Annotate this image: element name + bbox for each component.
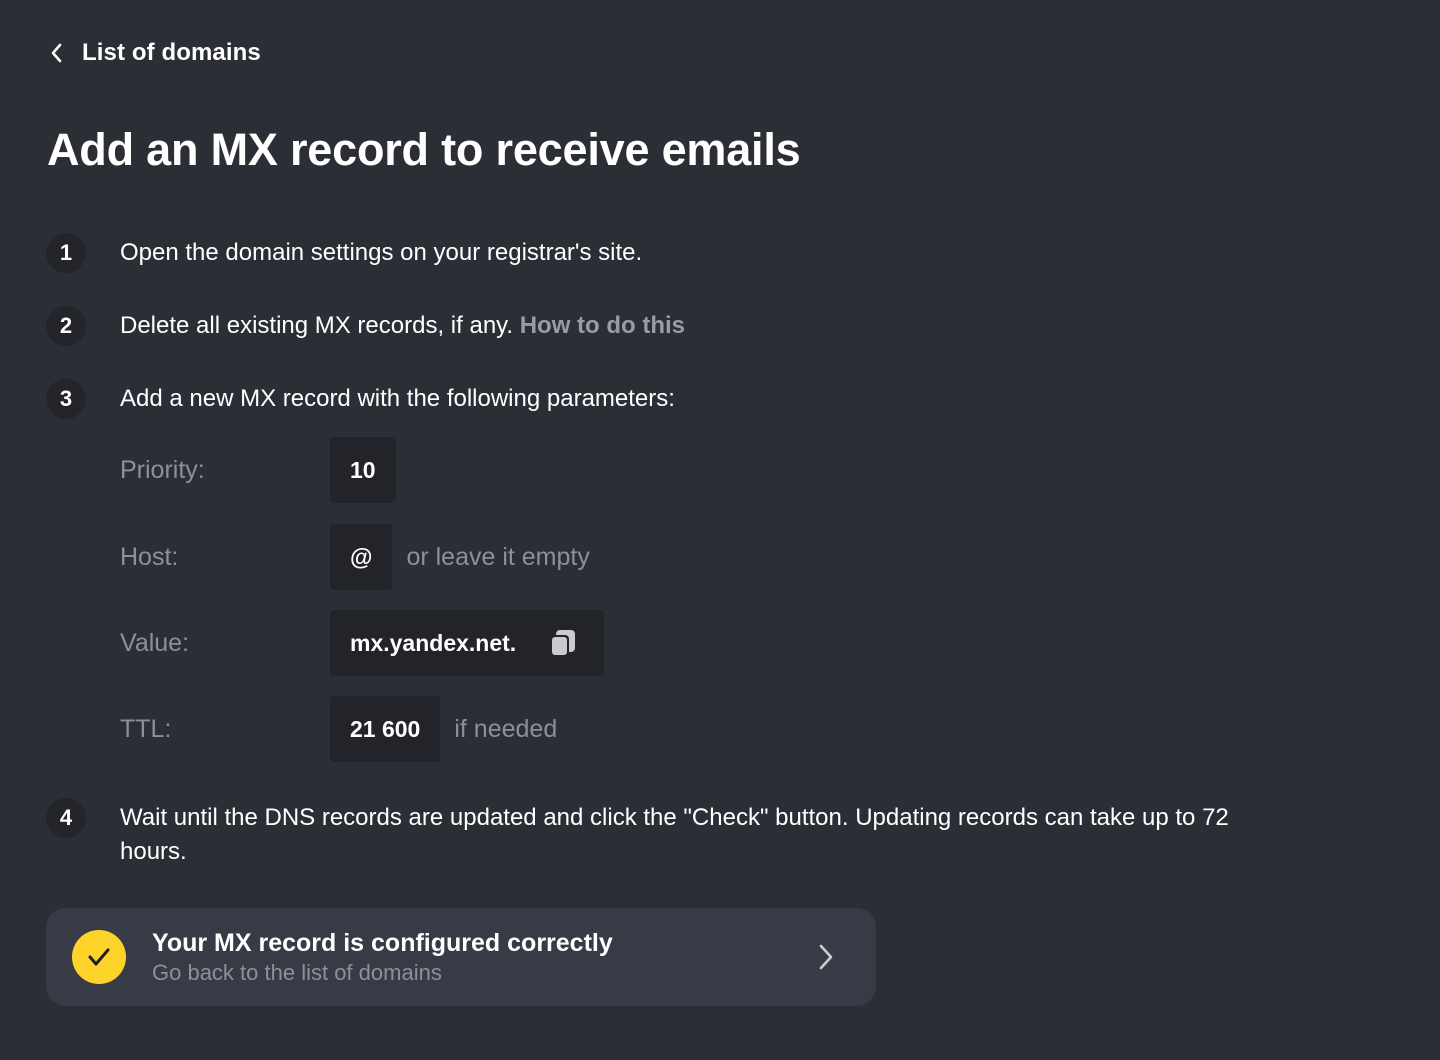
- back-link-label: List of domains: [82, 39, 261, 66]
- step-text: Add a new MX record with the following p…: [120, 385, 675, 412]
- value-text: mx.yandex.net.: [350, 629, 517, 656]
- param-value: Value: mx.yandex.net.: [120, 610, 605, 676]
- param-priority: Priority: 10: [120, 437, 396, 503]
- host-value[interactable]: @: [330, 524, 393, 590]
- host-hint: or leave it empty: [406, 542, 590, 571]
- step-text: Delete all existing MX records, if any.: [120, 312, 514, 339]
- page-title: Add an MX record to receive emails: [47, 124, 801, 175]
- status-title: Your MX record is configured correctly: [152, 929, 613, 957]
- how-to-do-this-link[interactable]: How to do this: [520, 312, 685, 339]
- step-text: Open the domain settings on your registr…: [120, 239, 643, 266]
- host-label: Host:: [120, 542, 179, 571]
- step-3: 3 Add a new MX record with the following…: [46, 379, 675, 419]
- priority-value[interactable]: 10: [330, 437, 396, 503]
- chevron-left-icon: [46, 38, 66, 68]
- ttl-hint: if needed: [454, 714, 558, 743]
- step-2: 2 Delete all existing MX records, if any…: [46, 306, 685, 346]
- step-number: 3: [46, 379, 86, 419]
- step-number: 2: [46, 306, 86, 346]
- param-host: Host: @ or leave it empty: [120, 524, 590, 590]
- chevron-right-icon: [806, 937, 846, 977]
- value-field[interactable]: mx.yandex.net.: [330, 610, 605, 676]
- copy-icon[interactable]: [546, 626, 580, 660]
- check-icon: [72, 930, 126, 984]
- priority-label: Priority:: [120, 455, 205, 484]
- back-to-domains-link[interactable]: List of domains: [46, 38, 261, 68]
- step-1: 1 Open the domain settings on your regis…: [46, 233, 642, 273]
- ttl-value[interactable]: 21 600: [330, 696, 441, 762]
- param-ttl: TTL: 21 600 if needed: [120, 696, 557, 762]
- ttl-label: TTL:: [120, 714, 172, 743]
- status-text: Your MX record is configured correctly G…: [152, 927, 806, 987]
- step-text: Wait until the DNS records are updated a…: [120, 804, 1229, 865]
- page: List of domains Add an MX record to rece…: [0, 0, 1440, 1060]
- step-4: 4 Wait until the DNS records are updated…: [46, 798, 1266, 869]
- step-number: 4: [46, 798, 86, 838]
- status-subtitle: Go back to the list of domains: [152, 960, 442, 985]
- value-label: Value:: [120, 628, 190, 657]
- mx-status-card[interactable]: Your MX record is configured correctly G…: [46, 908, 876, 1006]
- step-number: 1: [46, 233, 86, 273]
- step-text-wrapper: Delete all existing MX records, if any. …: [120, 306, 685, 343]
